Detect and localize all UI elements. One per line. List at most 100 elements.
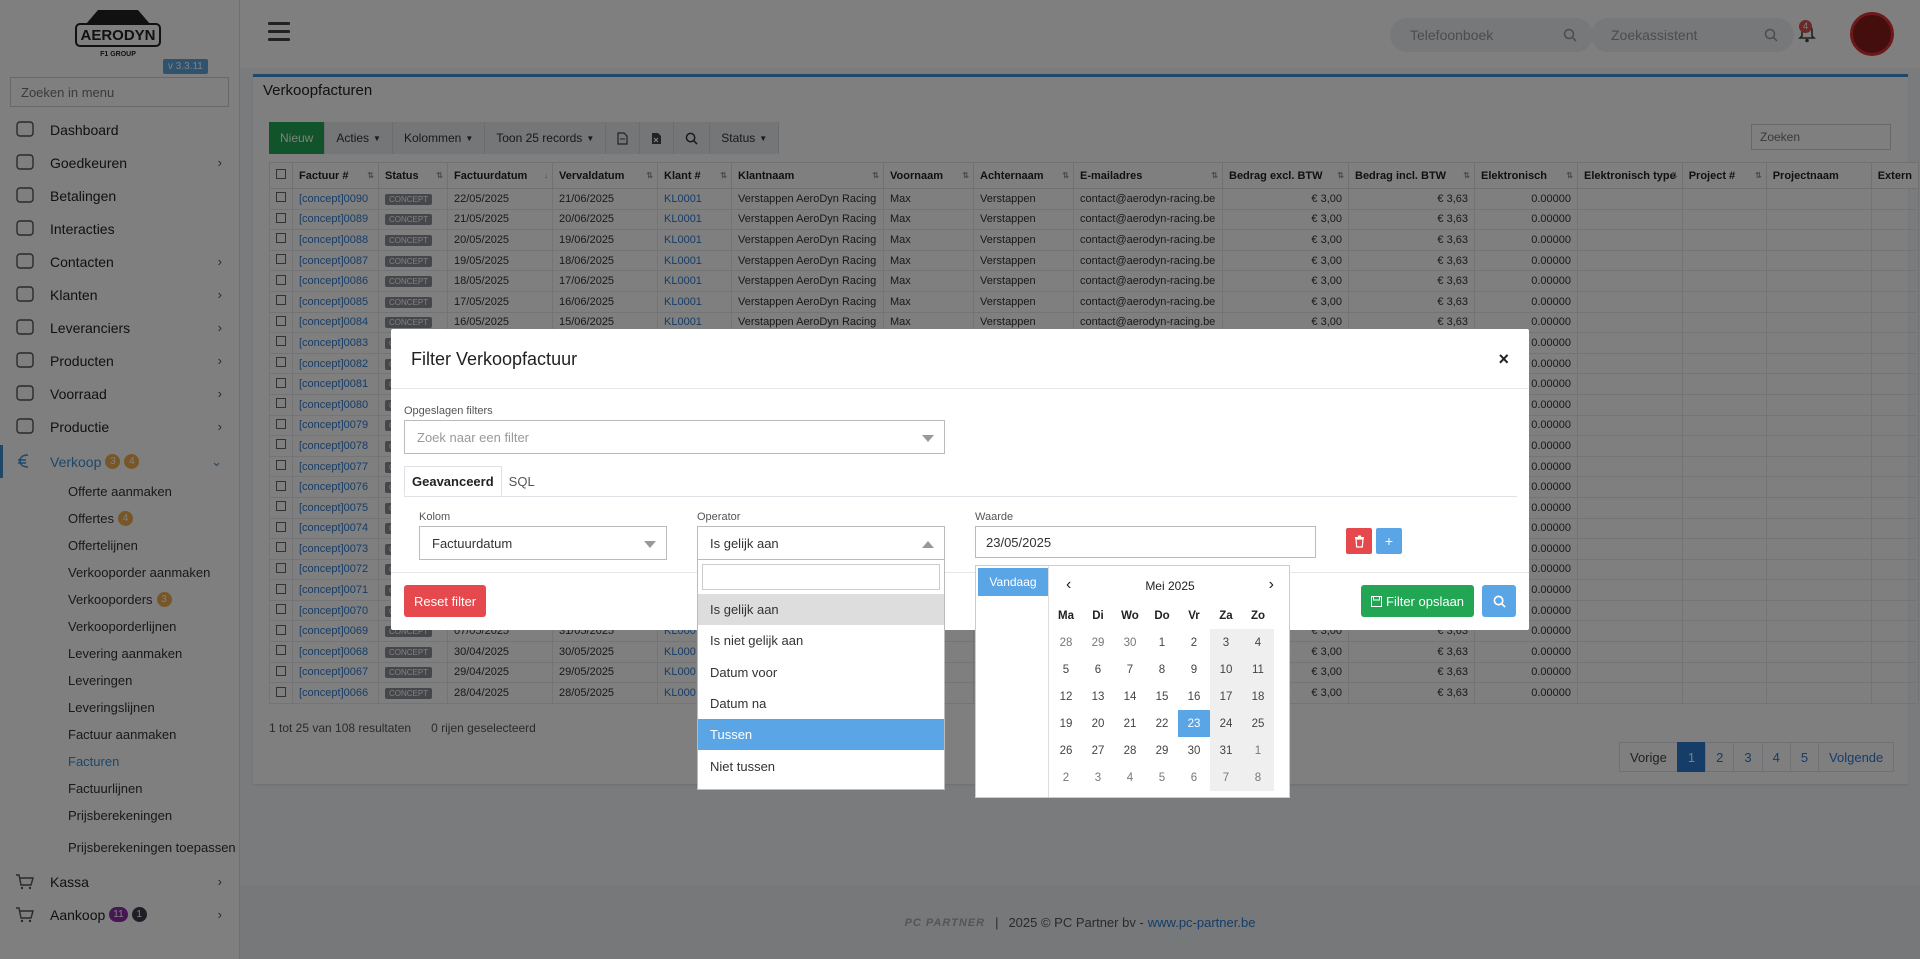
kolom-value: Factuurdatum	[432, 535, 513, 551]
save-filter-label: Filter opslaan	[1386, 593, 1465, 609]
weekday-label: Ma	[1058, 609, 1074, 622]
datepicker-grid: Ma Di Wo Do Vr Za Zo 28 29 30 1 2 3 4 5 6 7 8 9 10 11 12 13 14 1…	[1050, 602, 1274, 791]
day-cell[interactable]: 6	[1178, 764, 1210, 791]
kolom-select[interactable]: Factuurdatum	[419, 526, 667, 560]
day-cell[interactable]: 3	[1210, 629, 1242, 656]
save-icon	[1371, 595, 1382, 607]
day-cell[interactable]: 22	[1146, 710, 1178, 737]
delete-rule-button[interactable]	[1346, 528, 1372, 554]
day-cell[interactable]: 17	[1210, 683, 1242, 710]
week-row: 5 6 7 8 9 10 11	[1050, 656, 1274, 683]
operator-option[interactable]: Niet tussen	[698, 750, 944, 781]
day-cell[interactable]: 4	[1114, 764, 1146, 791]
day-cell[interactable]: 24	[1210, 710, 1242, 737]
weekday-row: Ma Di Wo Do Vr Za Zo	[1050, 602, 1274, 629]
day-cell[interactable]: 7	[1210, 764, 1242, 791]
day-cell[interactable]: 27	[1082, 737, 1114, 764]
day-cell[interactable]: 6	[1082, 656, 1114, 683]
day-cell[interactable]: 4	[1242, 629, 1274, 656]
day-cell[interactable]: 8	[1146, 656, 1178, 683]
day-cell[interactable]: 28	[1050, 629, 1082, 656]
day-cell[interactable]: 5	[1050, 656, 1082, 683]
day-cell[interactable]: 11	[1242, 656, 1274, 683]
filter-tabs: Geavanceerd SQL	[404, 466, 542, 496]
datepicker-header: ‹ Mei 2025 ›	[1050, 576, 1290, 596]
day-cell[interactable]: 8	[1242, 764, 1274, 791]
waarde-label: Waarde	[975, 511, 1014, 523]
saved-filters-select[interactable]: Zoek naar een filter	[404, 420, 945, 454]
dropdown-arrow-icon	[644, 541, 656, 548]
waarde-date-input[interactable]: 23/05/2025	[975, 526, 1316, 558]
saved-filters-label: Opgeslagen filters	[404, 405, 493, 417]
close-icon[interactable]: ×	[1498, 349, 1509, 370]
operator-search-input[interactable]	[702, 564, 940, 590]
week-row: 28 29 30 1 2 3 4	[1050, 629, 1274, 656]
operator-option[interactable]: Is leeg	[698, 782, 944, 789]
operator-select[interactable]: Is gelijk aan	[697, 526, 945, 560]
day-cell[interactable]: 5	[1146, 764, 1178, 791]
saved-filters-placeholder: Zoek naar een filter	[417, 429, 530, 445]
week-row: 12 13 14 15 16 17 18	[1050, 683, 1274, 710]
weekday-label: Zo	[1250, 609, 1266, 622]
weekday-label: Di	[1092, 609, 1104, 622]
day-cell[interactable]: 21	[1114, 710, 1146, 737]
chevron-right-icon[interactable]: ›	[1269, 576, 1274, 594]
weekday-label: Do	[1154, 609, 1170, 622]
day-cell[interactable]: 30	[1114, 629, 1146, 656]
datepicker-month: Mei 2025	[1145, 579, 1195, 593]
day-cell[interactable]: 3	[1082, 764, 1114, 791]
weekday-label: Vr	[1188, 609, 1200, 622]
tab-sql[interactable]: SQL	[502, 466, 542, 496]
operator-label: Operator	[697, 511, 741, 523]
day-cell[interactable]: 29	[1082, 629, 1114, 656]
plus-icon: +	[1384, 533, 1394, 549]
filter-modal: Filter Verkoopfactuur × Opgeslagen filte…	[391, 329, 1529, 630]
add-rule-button[interactable]: +	[1376, 528, 1402, 554]
operator-option[interactable]: Datum voor	[698, 657, 944, 688]
day-cell[interactable]: 1	[1146, 629, 1178, 656]
trash-icon	[1354, 535, 1364, 548]
modal-divider	[391, 388, 1529, 389]
day-cell[interactable]: 12	[1050, 683, 1082, 710]
waarde-value: 23/05/2025	[986, 534, 1052, 550]
week-row: 26 27 28 29 30 31 1	[1050, 737, 1274, 764]
day-cell[interactable]: 13	[1082, 683, 1114, 710]
day-cell[interactable]: 20	[1082, 710, 1114, 737]
day-cell[interactable]: 2	[1050, 764, 1082, 791]
operator-option[interactable]: Is gelijk aan	[698, 594, 944, 626]
day-cell[interactable]: 29	[1146, 737, 1178, 764]
weekday-label: Wo	[1121, 609, 1139, 622]
day-cell[interactable]: 14	[1114, 683, 1146, 710]
day-cell[interactable]: 10	[1210, 656, 1242, 683]
dropdown-arrow-icon	[922, 435, 934, 442]
day-cell[interactable]: 18	[1242, 683, 1274, 710]
tab-geavanceerd[interactable]: Geavanceerd	[404, 466, 502, 496]
day-cell[interactable]: 2	[1178, 629, 1210, 656]
day-cell[interactable]: 9	[1178, 656, 1210, 683]
day-cell[interactable]: 16	[1178, 683, 1210, 710]
day-cell[interactable]: 30	[1178, 737, 1210, 764]
apply-search-button[interactable]	[1482, 585, 1516, 617]
search-icon	[1493, 595, 1506, 608]
day-cell[interactable]: 28	[1114, 737, 1146, 764]
day-cell[interactable]: 31	[1210, 737, 1242, 764]
reset-filter-button[interactable]: Reset filter	[404, 585, 487, 617]
tab-underline	[404, 496, 1517, 497]
datepicker: Vandaag ‹ Mei 2025 › Ma Di Wo Do Vr Za Zo 28 29 3…	[975, 565, 1290, 798]
today-button[interactable]: Vandaag	[978, 568, 1048, 596]
operator-dropdown-list: Is gelijk aan Is niet gelijk aan Datum voo…	[697, 559, 945, 790]
day-cell[interactable]: 25	[1242, 710, 1274, 737]
kolom-label: Kolom	[419, 511, 451, 523]
day-cell[interactable]: 15	[1146, 683, 1178, 710]
datepicker-divider	[1048, 566, 1049, 797]
day-cell[interactable]: 1	[1242, 737, 1274, 764]
operator-option[interactable]: Tussen	[698, 719, 944, 751]
day-cell[interactable]: 26	[1050, 737, 1082, 764]
day-cell[interactable]: 19	[1050, 710, 1082, 737]
operator-option[interactable]: Datum na	[698, 688, 944, 719]
week-row: 19 20 21 22 23 24 25	[1050, 710, 1274, 737]
save-filter-button[interactable]: Filter opslaan	[1361, 585, 1475, 617]
operator-option[interactable]: Is niet gelijk aan	[698, 625, 944, 656]
day-cell[interactable]: 7	[1114, 656, 1146, 683]
day-cell[interactable]: 23	[1178, 710, 1210, 737]
